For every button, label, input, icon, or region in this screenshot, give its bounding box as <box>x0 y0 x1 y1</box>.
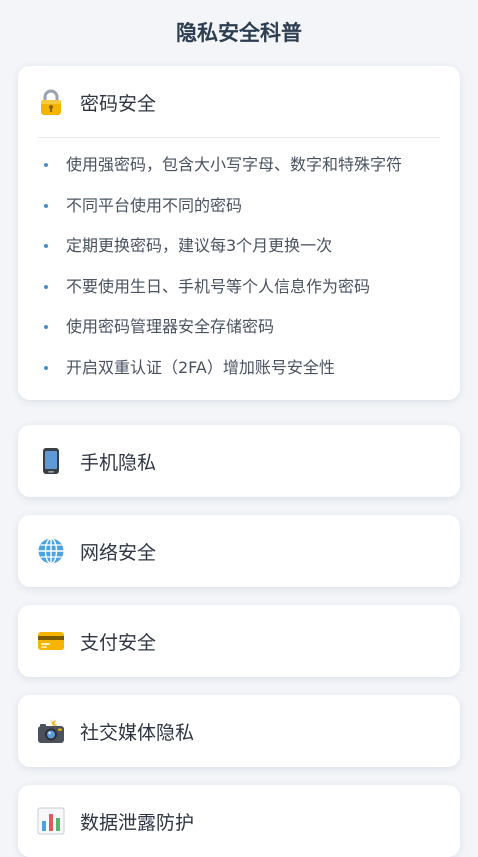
tip-text: 使用密码管理器安全存储密码 <box>66 317 275 336</box>
section-card-payment-security: 支付安全 <box>18 605 460 677</box>
globe-icon <box>37 537 65 565</box>
tip-text: 定期更换密码，建议每3个月更换一次 <box>66 236 333 255</box>
list-item: 使用密码管理器安全存储密码 <box>18 307 460 348</box>
bullet-dot <box>44 365 48 370</box>
section-title: 数据泄露防护 <box>80 811 195 834</box>
bullet-dot <box>44 244 48 248</box>
section-divider <box>38 137 440 138</box>
list-item: 不要使用生日、手机号等个人信息作为密码 <box>18 267 460 308</box>
section-title: 支付安全 <box>80 631 157 654</box>
page-title: 隐私安全科普 <box>176 21 302 45</box>
list-item: 开启双重认证（2FA）增加账号安全性 <box>18 348 460 389</box>
list-item: 不同平台使用不同的密码 <box>18 186 460 227</box>
bullet-dot <box>44 325 48 329</box>
credit-card-icon <box>37 627 65 655</box>
mobile-phone-icon <box>37 447 65 475</box>
section-header-network-security[interactable]: 网络安全 <box>18 515 460 587</box>
section-title: 密码安全 <box>80 92 157 115</box>
tip-text: 使用强密码，包含大小写字母、数字和特殊字符 <box>66 155 403 174</box>
section-title: 手机隐私 <box>80 451 157 474</box>
bullet-dot <box>44 163 48 167</box>
bullet-dot <box>44 284 48 289</box>
bullet-dot <box>44 203 48 208</box>
section-title: 网络安全 <box>80 541 157 564</box>
lock-icon <box>37 88 65 116</box>
tip-list: 使用强密码，包含大小写字母、数字和特殊字符 不同平台使用不同的密码 定期更换密码… <box>18 145 460 388</box>
list-item: 使用强密码，包含大小写字母、数字和特殊字符 <box>18 145 460 186</box>
tip-text: 开启双重认证（2FA）增加账号安全性 <box>66 357 335 377</box>
tip-text: 不同平台使用不同的密码 <box>66 195 243 215</box>
section-header-phone-privacy[interactable]: 手机隐私 <box>18 425 460 497</box>
section-card-password-security: 密码安全 使用强密码，包含大小写字母、数字和特殊字符 不同平台使用不同的密码 定… <box>18 66 460 400</box>
camera-flash-icon <box>37 717 65 745</box>
tip-text: 不要使用生日、手机号等个人信息作为密码 <box>66 276 371 296</box>
list-item: 定期更换密码，建议每3个月更换一次 <box>18 226 460 267</box>
section-header-payment-security[interactable]: 支付安全 <box>18 605 460 677</box>
section-card-social-media-privacy: 社交媒体隐私 <box>18 695 460 767</box>
section-header-password-security[interactable]: 密码安全 <box>18 66 460 138</box>
section-card-phone-privacy: 手机隐私 <box>18 425 460 497</box>
section-card-data-leak-protection: 数据泄露防护 <box>18 785 460 857</box>
section-header-data-leak-protection[interactable]: 数据泄露防护 <box>18 785 460 857</box>
section-header-social-media-privacy[interactable]: 社交媒体隐私 <box>18 695 460 767</box>
section-title: 社交媒体隐私 <box>80 721 195 744</box>
section-card-network-security: 网络安全 <box>18 515 460 587</box>
bar-chart-icon <box>37 807 65 835</box>
